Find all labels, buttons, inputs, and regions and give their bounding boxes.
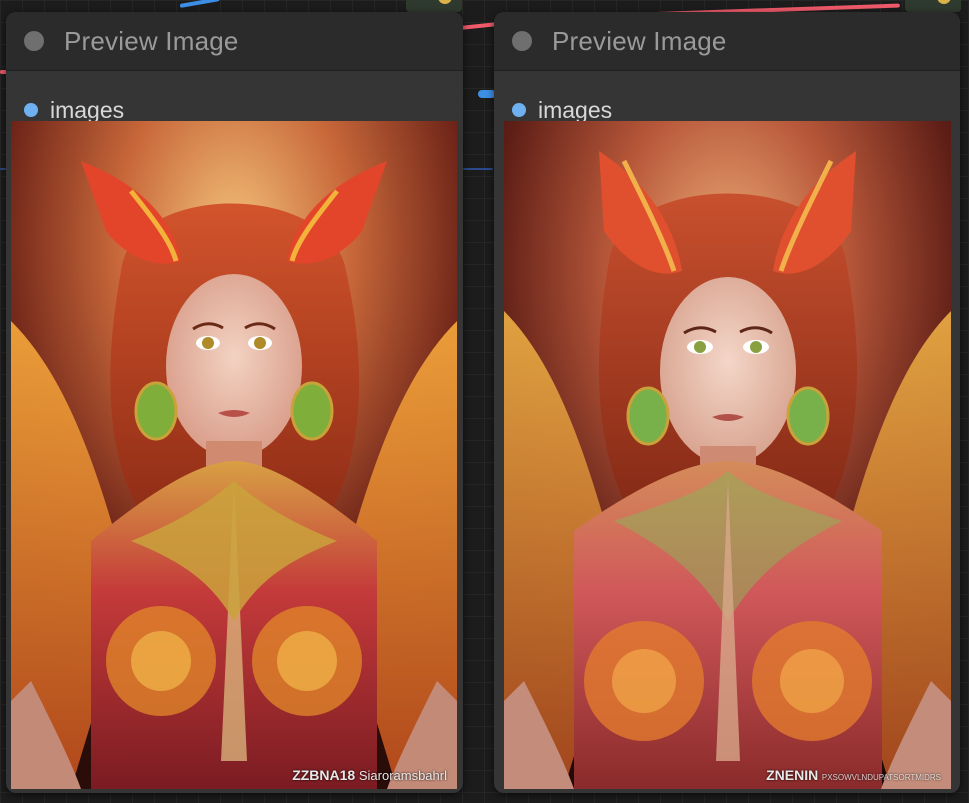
input-slot-label: images — [538, 96, 613, 123]
phoenix-portrait-image — [504, 121, 951, 789]
watermark-sub: PXSOWVLNDUPATSORTMIDRS — [821, 773, 941, 782]
preview-image[interactable]: ZZBNA18 Siaroramsbahrl — [11, 121, 457, 789]
offscreen-node[interactable] — [905, 0, 961, 12]
node-badge-icon — [438, 0, 452, 4]
link-wire[interactable] — [179, 0, 220, 8]
input-slot-label: images — [50, 96, 125, 123]
image-watermark: ZZBNA18 Siaroramsbahrl — [292, 767, 447, 783]
watermark-sub: Siaroramsbahrl — [358, 768, 447, 783]
phoenix-portrait-image — [11, 121, 457, 789]
image-watermark: ZNENIN PXSOWVLNDUPATSORTMIDRS — [766, 767, 941, 783]
offscreen-node[interactable] — [406, 0, 462, 12]
collapse-dot-icon[interactable] — [24, 31, 44, 51]
preview-image-node[interactable]: Preview Image images — [494, 12, 960, 793]
node-title: Preview Image — [552, 25, 727, 56]
watermark-main: ZNENIN — [766, 767, 819, 783]
node-header[interactable]: Preview Image — [494, 12, 960, 71]
node-badge-icon — [937, 0, 951, 4]
preview-image-node[interactable]: Preview Image images — [6, 12, 463, 793]
node-title: Preview Image — [64, 25, 239, 56]
link-wire[interactable] — [463, 168, 493, 170]
input-slot-dot-icon[interactable] — [24, 103, 38, 117]
preview-image[interactable]: ZNENIN PXSOWVLNDUPATSORTMIDRS — [504, 121, 951, 789]
collapse-dot-icon[interactable] — [512, 31, 532, 51]
input-slot-dot-icon[interactable] — [512, 103, 526, 117]
watermark-main: ZZBNA18 — [292, 767, 356, 783]
graph-canvas[interactable]: Preview Image images ZZBNA18 Siaroramsba… — [0, 0, 969, 803]
node-header[interactable]: Preview Image — [6, 12, 463, 71]
